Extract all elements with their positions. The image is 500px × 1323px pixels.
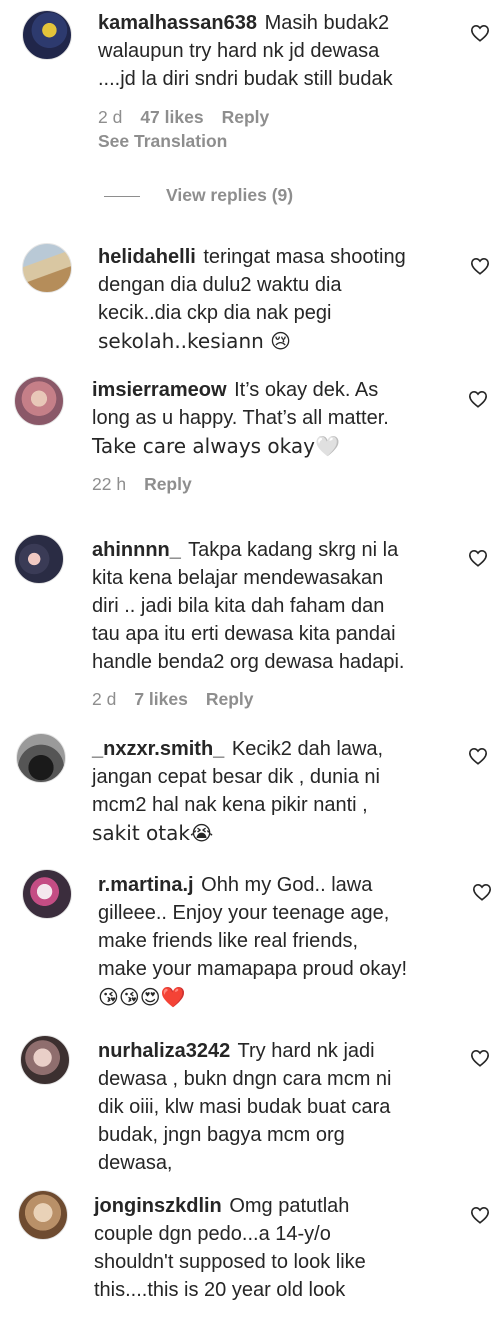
comment-body-line: 😘😘😍❤️ — [98, 985, 186, 1009]
avatar[interactable] — [14, 534, 64, 584]
avatar[interactable] — [18, 1190, 68, 1240]
comment-body-line: kita kena belajar mendewasakan — [92, 567, 384, 589]
comment-body-line: handle benda2 org dewasa hadapi. — [92, 651, 405, 673]
comment-body-line: shouldn't supposed to look like — [94, 1251, 366, 1273]
reply-button[interactable]: Reply — [144, 474, 192, 494]
comment-text: ahinnnn_ Takpa kadang skrg ni la kita ke… — [92, 536, 404, 676]
avatar[interactable] — [20, 1035, 70, 1085]
comment-text: r.martina.j Ohh my God.. lawa gilleee.. … — [98, 871, 407, 1012]
comment-body-line: gilleee.. Enjoy your teenage age, — [98, 902, 390, 924]
avatar[interactable] — [22, 10, 72, 60]
comment-likes[interactable]: 47 likes — [140, 107, 203, 127]
comment-body-line: dewasa, — [98, 1152, 173, 1174]
comment-body-line: this....this is 20 year old look — [94, 1279, 346, 1301]
comment-username[interactable]: ahinnnn_ — [92, 539, 181, 561]
comment-body-line: budak, jngn bagya mcm org — [98, 1124, 345, 1146]
comment-body-line: walaupun try hard nk jd dewasa — [98, 40, 380, 62]
comment-body-line: long as u happy. That’s all matter. — [92, 407, 389, 429]
heart-outline-icon[interactable] — [470, 257, 490, 275]
comment-text: jonginszkdlin Omg patutlah couple dgn pe… — [94, 1192, 366, 1304]
comment-body-line: Takpa kadang skrg ni la — [188, 539, 399, 561]
comment-time: 22 h — [92, 474, 127, 494]
comment-username[interactable]: helidahelli — [98, 246, 196, 268]
comment-body-line: diri .. jadi bila kita dah faham dan — [92, 595, 385, 617]
heart-outline-icon[interactable] — [468, 549, 488, 567]
comment-body-line: tau apa itu erti dewasa kita pandai — [92, 623, 396, 645]
comment-time: 2 d — [98, 107, 123, 127]
comment-body-line: sakit otak😭 — [92, 821, 214, 845]
comment-body-line: dik oiii, klw masi budak buat cara — [98, 1096, 391, 1118]
view-replies-button[interactable]: View replies (9) — [104, 185, 293, 206]
comment-meta: 22 h Reply — [92, 474, 210, 495]
comment-text: kamalhassan638 Masih budak2 walaupun try… — [98, 9, 393, 93]
comment-body-line: jangan cepat besar dik , dunia ni — [92, 766, 380, 788]
comment-text: nurhaliza3242 Try hard nk jadi dewasa , … — [98, 1037, 392, 1177]
avatar[interactable] — [22, 243, 72, 293]
comment-username[interactable]: kamalhassan638 — [98, 12, 257, 34]
comment-body-line: kecik..dia ckp dia nak pegi — [98, 302, 332, 324]
view-replies-label: View replies (9) — [166, 185, 294, 205]
comment-body-line: teringat masa shooting — [203, 246, 406, 268]
comment-text: _nxzxr.smith_ Kecik2 dah lawa, jangan ce… — [92, 735, 383, 848]
comment-body-line: sekolah..kesiann 😢 — [98, 329, 291, 353]
comment-body-line: ....jd la diri sndri budak still budak — [98, 68, 393, 90]
comment-body-line: mcm2 hal nak kena pikir nanti , — [92, 794, 368, 816]
comment-username[interactable]: _nxzxr.smith_ — [92, 738, 224, 760]
comment-body-line: Try hard nk jadi — [237, 1040, 375, 1062]
heart-outline-icon[interactable] — [470, 24, 490, 42]
reply-button[interactable]: Reply — [206, 689, 254, 709]
comment-body-line: It’s okay dek. As — [234, 379, 379, 401]
comment-body-line: make friends like real friends, — [98, 930, 359, 952]
comment-body-line: Ohh my God.. lawa — [201, 874, 373, 896]
comment-body-line: couple dgn pedo...a 14-y/o — [94, 1223, 331, 1245]
avatar[interactable] — [22, 869, 72, 919]
heart-outline-icon[interactable] — [468, 390, 488, 408]
comment-username[interactable]: jonginszkdlin — [94, 1195, 222, 1217]
comment-body-line: make your mamapapa proud okay! — [98, 958, 408, 980]
reply-button[interactable]: Reply — [222, 107, 270, 127]
comment-body-line: Omg patutlah — [229, 1195, 350, 1217]
avatar[interactable] — [16, 733, 66, 783]
comment-username[interactable]: r.martina.j — [98, 874, 194, 896]
comment-text: imsierrameow It’s okay dek. As long as u… — [92, 376, 389, 461]
comment-username[interactable]: imsierrameow — [92, 379, 227, 401]
comment-body-line: dewasa , bukn dngn cara mcm ni — [98, 1068, 392, 1090]
see-translation-link[interactable]: See Translation — [98, 131, 227, 152]
comment-text: helidahelli teringat masa shooting denga… — [98, 243, 406, 356]
comment-time: 2 d — [92, 689, 117, 709]
avatar[interactable] — [14, 376, 64, 426]
comment-body-line: Kecik2 dah lawa, — [231, 738, 384, 760]
comment-likes[interactable]: 7 likes — [134, 689, 188, 709]
heart-outline-icon[interactable] — [468, 747, 488, 765]
divider — [104, 195, 140, 197]
heart-outline-icon[interactable] — [470, 1049, 490, 1067]
comment-username[interactable]: nurhaliza3242 — [98, 1040, 230, 1062]
comment-meta: 2 d 47 likes Reply — [98, 107, 287, 128]
comment-body-line: Take care always okay🤍 — [92, 434, 340, 458]
comment-body-line: dengan dia dulu2 waktu dia — [98, 274, 342, 296]
comment-meta: 2 d 7 likes Reply — [92, 689, 272, 710]
heart-outline-icon[interactable] — [470, 1206, 490, 1224]
comment-body-line: Masih budak2 — [264, 12, 390, 34]
heart-outline-icon[interactable] — [472, 883, 492, 901]
